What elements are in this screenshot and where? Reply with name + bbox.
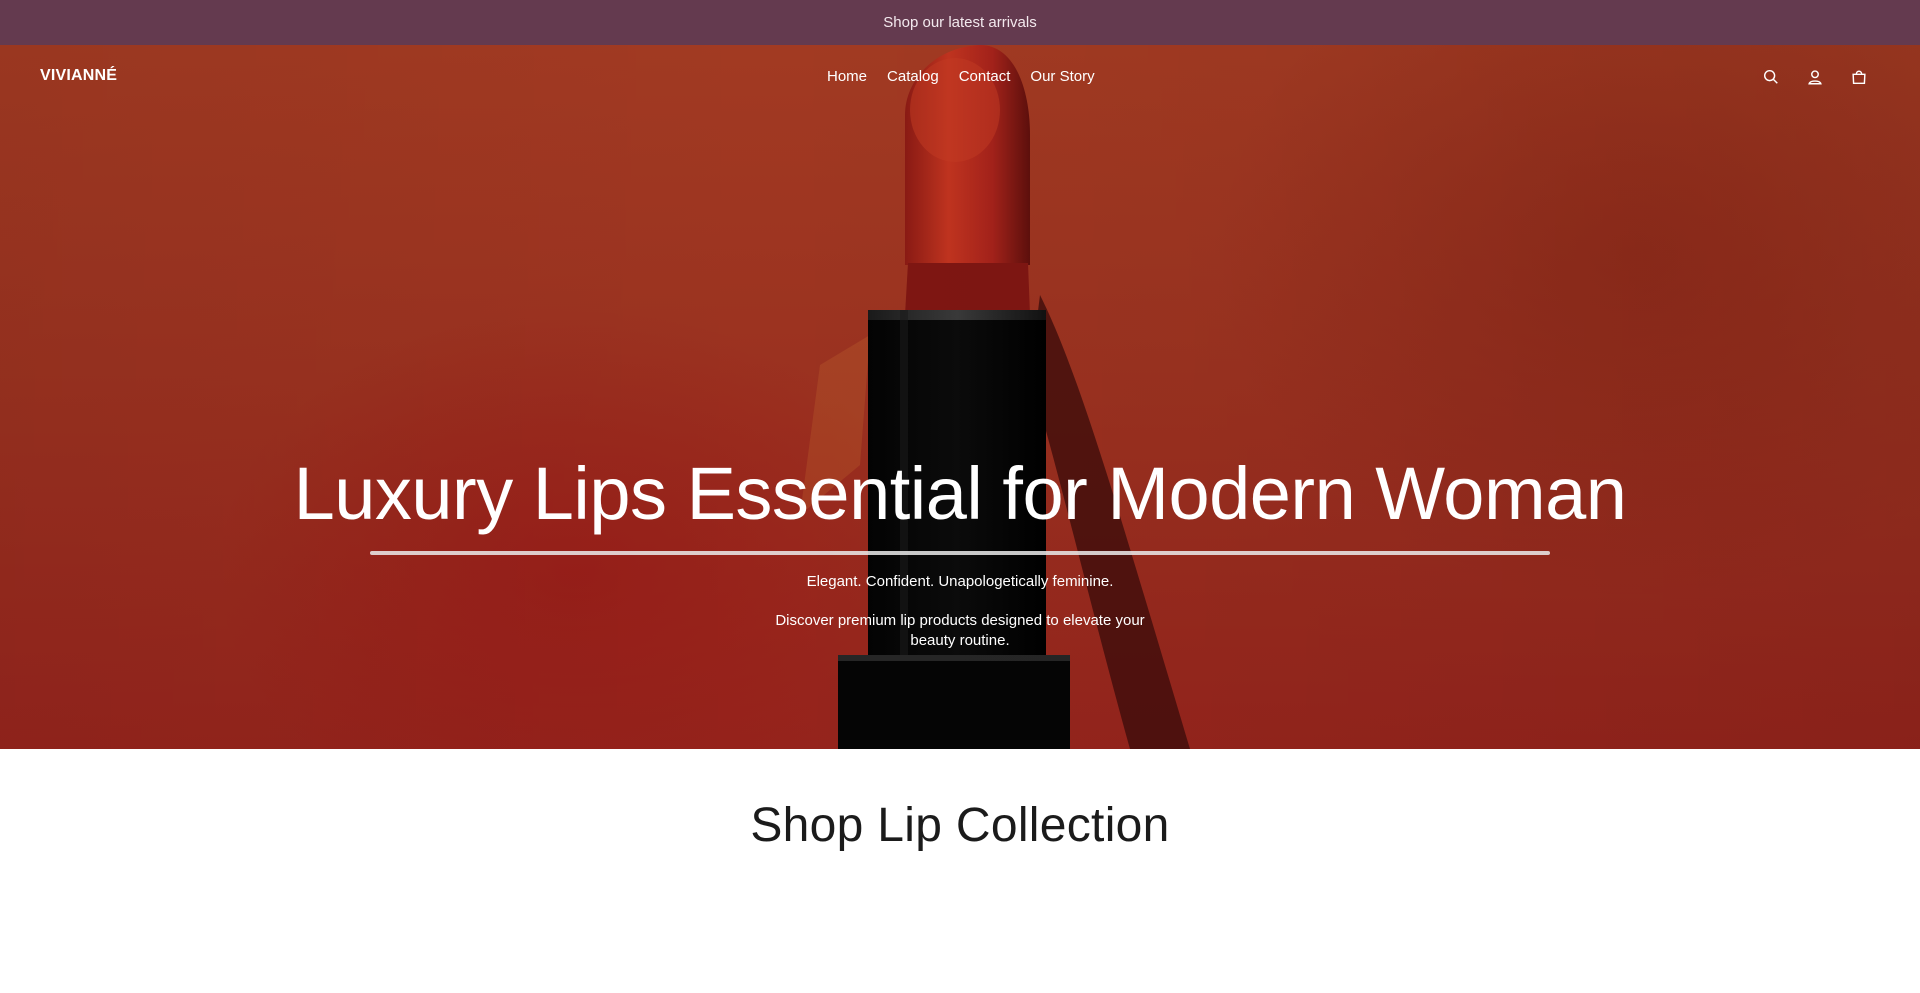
cart-icon[interactable] bbox=[1848, 66, 1870, 88]
nav-item-catalog[interactable]: Catalog bbox=[887, 68, 939, 85]
collection-title: Shop Lip Collection bbox=[750, 799, 1170, 852]
main-nav: Home Catalog Contact Our Story bbox=[827, 68, 1095, 85]
hero-description: Discover premium lip products designed t… bbox=[775, 612, 1145, 649]
site-header: VIVIANNÉ Home Catalog Contact Our Story bbox=[0, 45, 1920, 111]
nav-item-our-story[interactable]: Our Story bbox=[1030, 68, 1094, 85]
hero-tagline: Elegant. Confident. Unapologetically fem… bbox=[806, 573, 1114, 590]
hero-title-underline bbox=[370, 551, 1550, 555]
announcement-text[interactable]: Shop our latest arrivals bbox=[883, 14, 1036, 31]
announcement-bar: Shop our latest arrivals bbox=[0, 0, 1920, 45]
hero-content: Luxury Lips Essential for Modern Woman E… bbox=[0, 45, 1920, 749]
account-icon[interactable] bbox=[1804, 66, 1826, 88]
hero-title: Luxury Lips Essential for Modern Woman bbox=[293, 452, 1627, 535]
brand-logo[interactable]: VIVIANNÉ bbox=[40, 67, 117, 85]
nav-item-contact[interactable]: Contact bbox=[959, 68, 1011, 85]
header-icons bbox=[1760, 66, 1870, 88]
nav-item-home[interactable]: Home bbox=[827, 68, 867, 85]
search-icon[interactable] bbox=[1760, 66, 1782, 88]
